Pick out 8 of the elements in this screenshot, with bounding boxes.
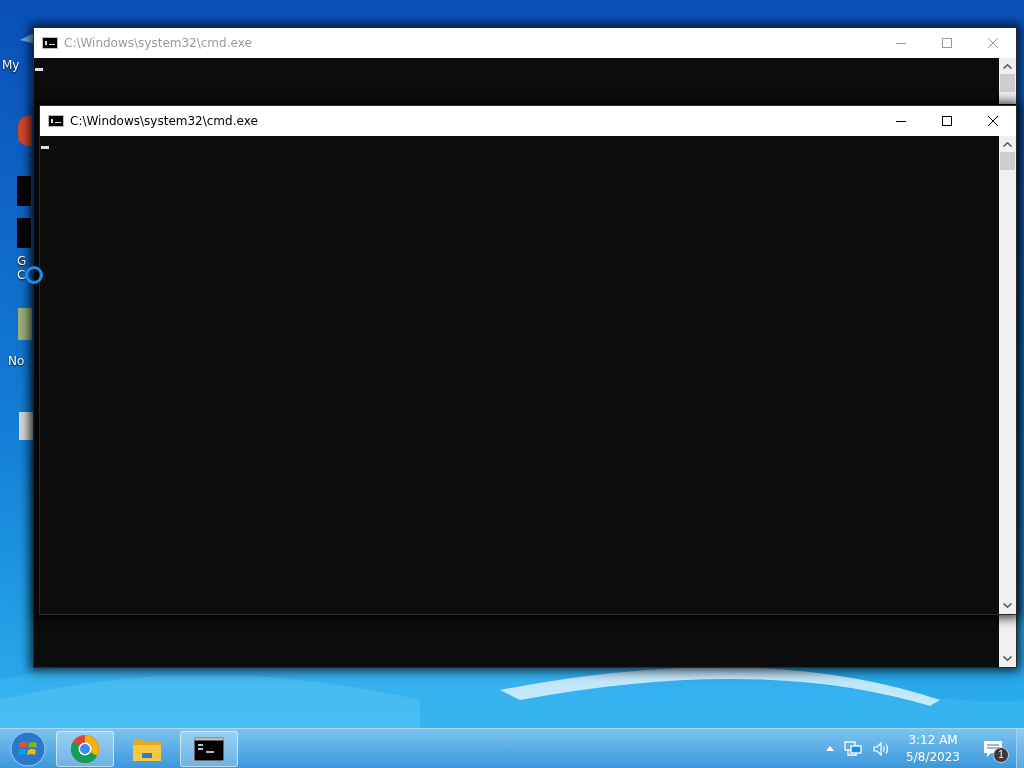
window-title: C:\Windows\system32\cmd.exe bbox=[70, 114, 259, 128]
clock-date: 5/8/2023 bbox=[906, 750, 960, 764]
shortcut-label: G bbox=[17, 254, 27, 268]
shortcut-label: C bbox=[17, 268, 27, 282]
shortcut-label: No bbox=[8, 354, 25, 368]
clock-time: 3:12 AM bbox=[908, 733, 958, 747]
shortcut-label: My bbox=[2, 58, 20, 72]
window-title: C:\Windows\system32\cmd.exe bbox=[64, 36, 253, 50]
